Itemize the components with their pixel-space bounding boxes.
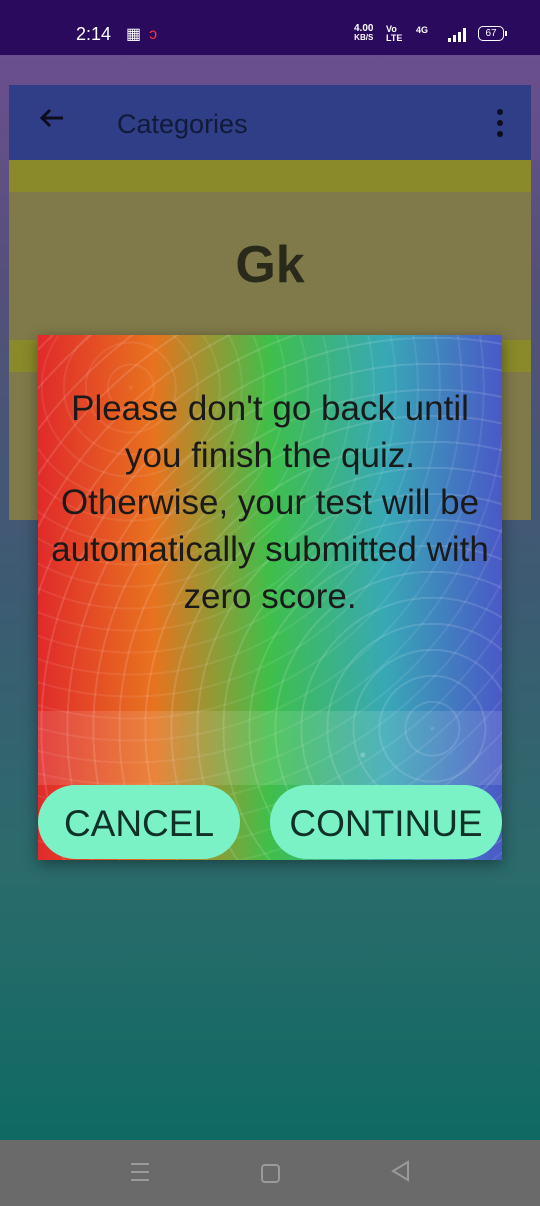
category-label: Gk [235,236,305,294]
more-options-icon[interactable] [497,109,505,139]
cancel-button[interactable]: CANCEL [38,785,240,859]
app-bar: Categories [9,85,531,160]
volte-icon: Vo LTE [386,24,403,43]
home-icon[interactable] [261,1164,280,1183]
signal-icon [448,28,470,42]
network-speed: 4.00 KB/S [354,23,374,43]
calendar-icon: ▦ [126,26,142,43]
back-arrow-icon[interactable] [37,103,67,133]
status-notification-icons: ▦ ↄ [126,24,165,44]
card-strip-top [9,160,531,192]
system-nav-bar [0,1140,540,1206]
page-title: Categories [117,109,248,139]
warning-dialog: Please don't go back until you finish th… [38,335,502,860]
dialog-message: Please don't go back until you finish th… [51,389,489,616]
status-time: 2:14 [76,24,112,44]
recents-icon[interactable] [131,1163,149,1181]
dialog-spacer [38,711,502,785]
battery-icon: 67 [478,26,507,41]
continue-button[interactable]: CONTINUE [270,785,502,859]
nav-back-icon[interactable] [390,1160,410,1182]
network-type: 4G [416,25,429,35]
airtel-icon: ↄ [149,26,158,43]
status-bar: 2:14 ▦ ↄ 4.00 KB/S Vo LTE 4G 67 [0,0,540,55]
